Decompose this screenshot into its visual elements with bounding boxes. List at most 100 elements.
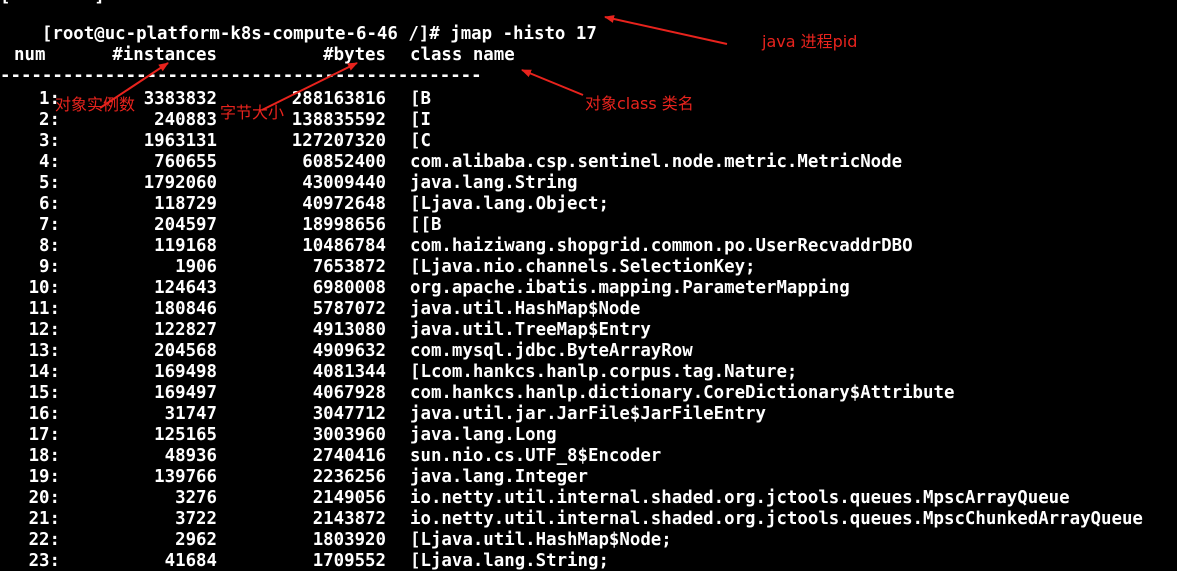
row-num: 15: [28,383,60,403]
row-num: 19: [28,467,60,487]
command-text: jmap -histo 17 [450,24,597,44]
row-instances: 204568 [154,341,217,361]
row-class-name: com.hankcs.hanlp.dictionary.CoreDictiona… [410,383,955,403]
row-bytes: 2149056 [312,488,386,508]
row-class-name: [C [410,131,431,151]
row-bytes: 4067928 [312,383,386,403]
row-num: 23: [28,551,60,571]
class-name-annotation: 对象class 类名 [585,94,694,113]
row-instances: 118729 [154,194,217,214]
row-num: 22: [28,530,60,550]
row-instances: 3276 [175,488,217,508]
row-num: 20: [28,488,60,508]
row-instances: 125165 [154,425,217,445]
row-bytes: 43009440 [302,173,386,193]
row-class-name: org.apache.ibatis.mapping.ParameterMappi… [410,278,850,298]
row-num: 12: [28,320,60,340]
row-class-name: java.util.TreeMap$Entry [410,320,651,340]
header-instances: #instances [112,45,217,65]
row-class-name: [[B [410,215,442,235]
row-instances: 169497 [154,383,217,403]
row-class-name: java.util.jar.JarFile$JarFileEntry [410,404,766,424]
row-bytes: 3047712 [312,404,386,424]
row-class-name: java.lang.Integer [410,467,588,487]
row-class-name: java.lang.String [410,173,578,193]
command-line: [root@uc-platform-k8s-compute-6-46 /]# j… [0,3,597,44]
row-instances: 139766 [154,467,217,487]
row-bytes: 40972648 [302,194,386,214]
row-bytes: 5787072 [312,299,386,319]
row-class-name: com.alibaba.csp.sentinel.node.metric.Met… [410,152,903,172]
row-instances: 1906 [175,257,217,277]
row-class-name: [Ljava.lang.Object; [410,194,609,214]
row-num: 11: [28,299,60,319]
row-bytes: 4913080 [312,320,386,340]
row-instances: 3722 [175,509,217,529]
row-instances: 119168 [154,236,217,256]
row-instances: 760655 [154,152,217,172]
row-class-name: [Ljava.util.HashMap$Node; [410,530,672,550]
row-class-name: sun.nio.cs.UTF_8$Encoder [410,446,662,466]
row-num: 17: [28,425,60,445]
row-class-name: [I [410,110,431,130]
header-separator: ----------------------------------------… [0,66,482,86]
row-instances: 180846 [154,299,217,319]
row-bytes: 4909632 [312,341,386,361]
row-instances: 204597 [154,215,217,235]
row-bytes: 10486784 [302,236,386,256]
row-class-name: [B [410,89,431,109]
row-class-name: com.haiziwang.shopgrid.common.po.UserRec… [410,236,913,256]
row-bytes: 2143872 [312,509,386,529]
row-bytes: 127207320 [291,131,386,151]
pid-annotation: java 进程pid [762,32,858,51]
bytes-annotation: 字节大小 [220,103,285,122]
row-instances: 41684 [164,551,217,571]
row-bytes: 7653872 [312,257,386,277]
header-bytes: #bytes [323,45,386,65]
row-num: 6: [39,194,60,214]
row-instances: 1963131 [143,131,217,151]
row-instances: 122827 [154,320,217,340]
row-num: 2: [39,110,60,130]
terminal-window[interactable]: [ ] [root@uc-platform-k8s-compute-6-46 /… [0,0,1177,571]
row-instances: 2962 [175,530,217,550]
row-class-name: java.lang.Long [410,425,557,445]
row-bytes: 3003960 [312,425,386,445]
row-bytes: 6980008 [312,278,386,298]
row-num: 3: [39,131,60,151]
header-class-name: class name [410,45,515,65]
row-bytes: 4081344 [312,362,386,382]
row-class-name: com.mysql.jdbc.ByteArrayRow [410,341,693,361]
row-instances: 124643 [154,278,217,298]
row-num: 4: [39,152,60,172]
row-instances: 31747 [164,404,217,424]
row-bytes: 2740416 [312,446,386,466]
row-num: 7: [39,215,60,235]
row-class-name: io.netty.util.internal.shaded.org.jctool… [410,509,1143,529]
row-num: 1: [39,89,60,109]
row-num: 10: [28,278,60,298]
table-header: num #instances #bytes class name [0,45,515,66]
row-class-name: [Ljava.nio.channels.SelectionKey; [410,257,756,277]
row-num: 16: [28,404,60,424]
row-bytes: 1803920 [312,530,386,550]
row-bytes: 1709552 [312,551,386,571]
row-bytes: 2236256 [312,467,386,487]
header-num: num [14,45,46,65]
instances-annotation: 对象实例数 [55,95,136,114]
row-num: 14: [28,362,60,382]
row-num: 13: [28,341,60,361]
row-num: 5: [39,173,60,193]
row-class-name: [Ljava.lang.String; [410,551,609,571]
row-num: 18: [28,446,60,466]
row-num: 8: [39,236,60,256]
row-class-name: java.util.HashMap$Node [410,299,641,319]
row-instances: 48936 [164,446,217,466]
row-num: 9: [39,257,60,277]
row-instances: 1792060 [143,173,217,193]
row-class-name: io.netty.util.internal.shaded.org.jctool… [410,488,1070,508]
row-bytes: 60852400 [302,152,386,172]
row-bytes: 18998656 [302,215,386,235]
shell-prompt: [root@uc-platform-k8s-compute-6-46 /]# [41,24,451,44]
row-num: 21: [28,509,60,529]
